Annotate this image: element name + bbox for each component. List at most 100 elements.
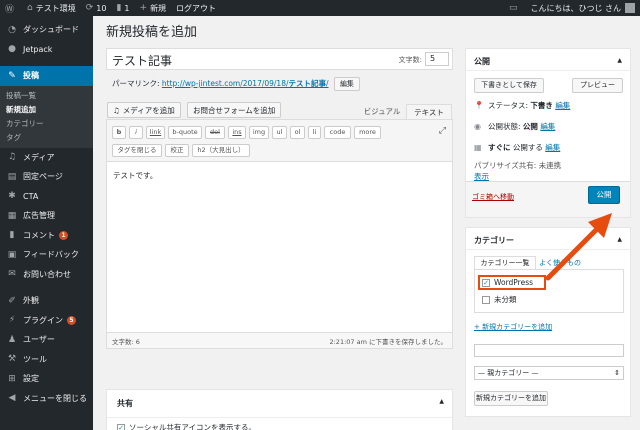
- pin-icon: 📍: [474, 101, 484, 110]
- sidebar-item-cta[interactable]: ✱ CTA: [0, 187, 93, 207]
- qt-ul-button[interactable]: ul: [272, 126, 287, 139]
- add-form-button[interactable]: お問合せフォームを追加: [187, 102, 282, 118]
- sidebar-item-feedback[interactable]: ▣ フィードバック: [0, 245, 93, 265]
- sidebar-item-users[interactable]: ♟ ユーザー: [0, 330, 93, 350]
- comment-icon: ▮: [9, 230, 15, 241]
- qt-h2-button[interactable]: h2（大見出し）: [192, 144, 250, 157]
- jetpack-icon: ●: [8, 44, 16, 55]
- submenu-tags[interactable]: タグ: [0, 131, 93, 145]
- qt-del-button[interactable]: del: [205, 126, 225, 139]
- tab-visual[interactable]: ビジュアル: [360, 104, 404, 119]
- word-count-value: 5: [425, 52, 449, 66]
- category-checklist: ✓ WordPress 未分類: [474, 269, 624, 313]
- wordpress-icon: Ⓦ: [5, 4, 15, 15]
- save-draft-button[interactable]: 下書きとして保存: [474, 78, 544, 93]
- sidebar-item-media[interactable]: ♫ メディア: [0, 148, 93, 168]
- media-icon: ♫: [113, 105, 120, 115]
- publish-button[interactable]: 公開: [588, 186, 620, 204]
- tab-all-categories[interactable]: カテゴリー一覧: [474, 256, 536, 270]
- share-option-row[interactable]: ✓ ソーシャル共有アイコンを表示する。: [107, 418, 452, 430]
- qt-italic-button[interactable]: i: [129, 126, 143, 139]
- tab-text[interactable]: テキスト: [406, 104, 452, 119]
- status-row: 📍 ステータス: 下書き 編集: [474, 100, 571, 111]
- autosave-status: 2:21:07 am に下書きを保存しました。: [329, 337, 447, 346]
- permalink-url[interactable]: http://wp-jintest.com/2017/09/18/テスト記事/: [162, 79, 329, 88]
- permalink-edit-button[interactable]: 編集: [333, 77, 360, 91]
- checkbox-checked-icon[interactable]: ✓: [482, 278, 490, 287]
- parent-category-select[interactable]: — 親カテゴリー — ⇕: [474, 366, 624, 380]
- quicktags-toolbar: b i link b-quote del ins img ul ol li co…: [107, 120, 452, 162]
- collapse-arrow-icon[interactable]: ▲: [617, 236, 622, 243]
- fullscreen-icon[interactable]: ⤢: [439, 126, 446, 136]
- qt-ol-button[interactable]: ol: [290, 126, 305, 139]
- sidebar-item-collapse[interactable]: ◀ メニューを閉じる: [0, 389, 93, 409]
- status-edit-link[interactable]: 編集: [555, 100, 570, 111]
- sidebar-item-settings[interactable]: ⊞ 設定: [0, 369, 93, 389]
- my-account-link[interactable]: こんにちは、ひつじ さん: [525, 0, 640, 16]
- collapse-arrow-icon[interactable]: ▲: [439, 398, 444, 405]
- updates-link[interactable]: ⟳ 10: [81, 0, 112, 16]
- schedule-edit-link[interactable]: 編集: [545, 142, 560, 153]
- logout-link[interactable]: ログアウト: [171, 0, 221, 16]
- qt-proofread-button[interactable]: 校正: [165, 144, 189, 157]
- publish-metabox-header[interactable]: 公開 ▲: [466, 49, 630, 71]
- schedule-row: ▦ すぐに 公開する 編集: [474, 142, 561, 153]
- wp-logo[interactable]: Ⓦ: [0, 0, 22, 16]
- share-metabox-header[interactable]: 共有 ▲: [107, 390, 452, 418]
- sidebar-item-appearance[interactable]: ✐ 外観: [0, 291, 93, 311]
- comments-link[interactable]: ▮ 1: [111, 0, 134, 16]
- preview-button[interactable]: プレビュー: [572, 78, 623, 93]
- qt-bquote-button[interactable]: b-quote: [168, 126, 202, 139]
- checkbox-unchecked-icon[interactable]: [482, 295, 490, 304]
- sidebar-item-comments[interactable]: ▮ コメント 1: [0, 226, 93, 246]
- sidebar-item-contact[interactable]: ✉ お問い合わせ: [0, 265, 93, 285]
- submenu-all-posts[interactable]: 投稿一覧: [0, 89, 93, 103]
- page-icon: ▤: [7, 171, 17, 182]
- sidebar-item-dashboard[interactable]: ◔ ダッシュボード: [0, 20, 93, 40]
- calendar-icon: ▦: [474, 143, 482, 152]
- category-item-wordpress[interactable]: ✓ WordPress: [482, 278, 533, 287]
- visibility-row: ◉ 公開状態: 公開 編集: [474, 121, 556, 132]
- category-metabox-header[interactable]: カテゴリー ▲: [466, 228, 630, 250]
- sidebar-item-pages[interactable]: ▤ 固定ページ: [0, 167, 93, 187]
- posts-submenu: 投稿一覧 新規追加 カテゴリー タグ: [0, 85, 93, 148]
- publish-actions: ゴミ箱へ移動 公開: [466, 181, 630, 217]
- add-new-category-link[interactable]: + 新規カテゴリーを追加: [474, 322, 552, 332]
- qt-code-button[interactable]: code: [324, 126, 351, 139]
- qt-li-button[interactable]: li: [308, 126, 321, 139]
- editor-textarea[interactable]: テストです。: [107, 162, 452, 189]
- new-category-name-input[interactable]: [474, 344, 624, 357]
- tab-popular-categories[interactable]: よく使うもの: [539, 256, 581, 270]
- mail-icon: ✉: [8, 269, 16, 280]
- add-media-button[interactable]: ♫ メディアを追加: [107, 102, 181, 118]
- notification-icon: ▭: [508, 3, 518, 13]
- post-title-input[interactable]: テスト記事 文字数: 5: [106, 48, 453, 70]
- share-metabox: 共有 ▲ ✓ ソーシャル共有アイコンを表示する。: [106, 389, 453, 430]
- sidebar-item-plugins[interactable]: ⚡ プラグイン 5: [0, 311, 93, 331]
- site-name-link[interactable]: ⌂ テスト環境: [22, 0, 81, 16]
- refresh-icon: ⟳: [85, 3, 94, 13]
- brush-icon: ✐: [8, 295, 16, 306]
- submenu-categories[interactable]: カテゴリー: [0, 117, 93, 131]
- qt-more-button[interactable]: more: [354, 126, 381, 139]
- collapse-arrow-icon[interactable]: ▲: [617, 57, 622, 64]
- sidebar-item-tools[interactable]: ⚒ ツール: [0, 350, 93, 370]
- qt-close-tags-button[interactable]: タグを閉じる: [112, 144, 162, 157]
- sidebar-item-posts[interactable]: ✎ 投稿: [0, 66, 93, 86]
- new-content-link[interactable]: + 新規: [135, 0, 172, 16]
- qt-img-button[interactable]: img: [249, 126, 269, 139]
- qt-bold-button[interactable]: b: [112, 126, 126, 139]
- move-to-trash-link[interactable]: ゴミ箱へ移動: [472, 192, 514, 202]
- category-metabox: カテゴリー ▲ カテゴリー一覧 よく使うもの ✓ WordPress 未分類 + 新…: [465, 227, 631, 417]
- notes-link[interactable]: ▭: [504, 0, 526, 16]
- sidebar-item-jetpack[interactable]: ● Jetpack: [0, 40, 93, 60]
- qt-link-button[interactable]: link: [146, 126, 165, 139]
- add-category-button[interactable]: 新規カテゴリーを追加: [474, 391, 548, 406]
- qt-ins-button[interactable]: ins: [228, 126, 246, 139]
- sidebar-item-ads[interactable]: ▦ 広告管理: [0, 206, 93, 226]
- visibility-edit-link[interactable]: 編集: [540, 121, 555, 132]
- checkbox-checked-icon[interactable]: ✓: [117, 423, 125, 430]
- submenu-add-new[interactable]: 新規追加: [0, 103, 93, 117]
- editor-word-count: 文字数: 6: [112, 337, 140, 346]
- category-item-uncategorized[interactable]: 未分類: [482, 294, 517, 305]
